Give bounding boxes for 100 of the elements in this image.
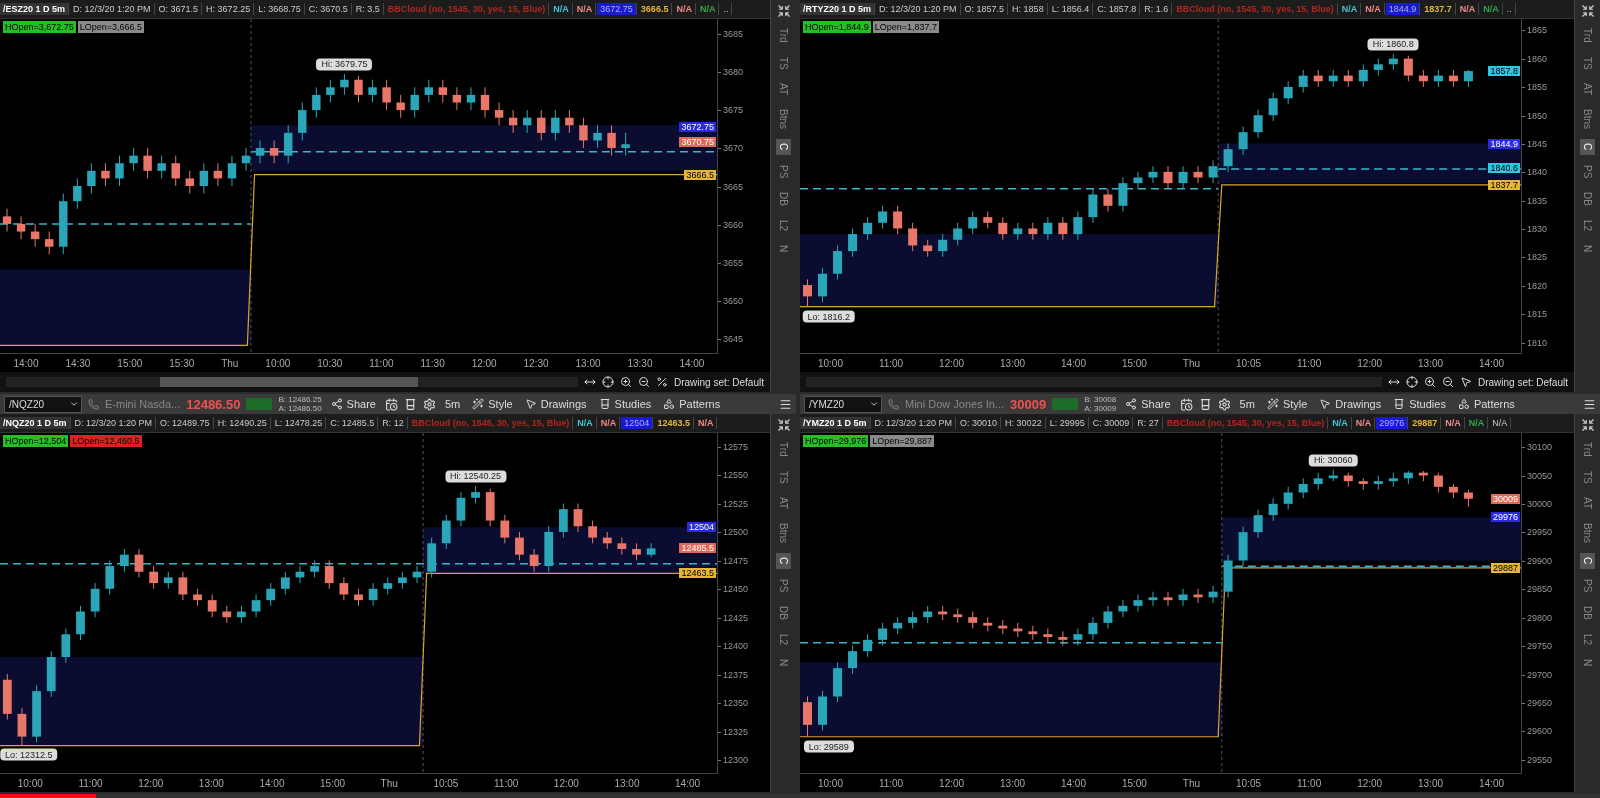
side-tab[interactable]: DB [776, 602, 791, 624]
side-tab[interactable]: N [1580, 655, 1595, 671]
side-tab[interactable]: N [776, 241, 791, 257]
side-tab[interactable]: DB [776, 188, 791, 210]
open-level-badge: LOpen=29,887 [870, 435, 935, 447]
side-tab[interactable]: PS [776, 574, 791, 597]
side-tab[interactable]: AT [776, 493, 791, 514]
price-tag: 12485.5 [679, 543, 716, 554]
side-tab[interactable]: N [1580, 241, 1595, 257]
time-tick: 11:00 [1296, 357, 1322, 369]
toolbar-button[interactable]: Patterns [1454, 395, 1518, 413]
side-tab[interactable]: C [776, 139, 791, 155]
price-tick: 29700 [1527, 669, 1553, 680]
side-tab[interactable]: C [776, 553, 791, 569]
price-tick: 29600 [1527, 726, 1553, 737]
time-tick: 14:00 [259, 777, 285, 789]
time-tick: Thu [221, 357, 239, 369]
side-tab[interactable]: L2 [1580, 215, 1595, 236]
side-tab[interactable]: TS [1580, 466, 1595, 488]
price-tick: 3650 [723, 295, 744, 306]
symbol-field[interactable]: /YMZ20 [804, 395, 882, 413]
toolbar-button[interactable]: Drawings [521, 395, 590, 413]
toolbar-button[interactable]: Style [1263, 395, 1311, 413]
side-tab[interactable]: PS [1580, 574, 1595, 597]
share-button[interactable]: Share [1122, 395, 1174, 413]
symbol-field[interactable]: /NQZ20 [4, 395, 82, 413]
time-tick: 11:00 [494, 777, 519, 789]
side-tab[interactable]: TS [776, 466, 791, 488]
side-tab[interactable]: TS [1580, 52, 1595, 74]
side-tab[interactable]: Trd [776, 438, 791, 461]
study-value: N/A [1465, 417, 1489, 429]
study-value: N/A [1442, 417, 1465, 429]
interval-button[interactable]: 5m [441, 395, 464, 413]
toolbar-button[interactable]: Studies [595, 395, 655, 413]
price-tick: 30100 [1527, 442, 1553, 453]
study-value: N/A [1456, 3, 1480, 15]
header-value: L: 3668.75 [255, 3, 305, 15]
study-value: N/A [694, 417, 718, 429]
time-tick: 11:30 [420, 357, 445, 369]
side-tab[interactable]: AT [1580, 79, 1595, 100]
toolbar-button[interactable]: Drawings [1316, 395, 1385, 413]
drawing-set-label[interactable]: Drawing set: Default [1477, 376, 1568, 388]
study-value: N/A [597, 417, 621, 429]
side-tab[interactable]: Btns [1580, 519, 1595, 548]
time-tick: 13:00 [1418, 357, 1444, 369]
header-value: O: 3671.5 [155, 3, 203, 15]
time-tick: 13:00 [1000, 357, 1026, 369]
price-tag: 1837.7 [1488, 179, 1520, 190]
side-tab[interactable]: Trd [1580, 438, 1595, 461]
side-tab[interactable]: TS [776, 52, 791, 74]
side-tab[interactable]: AT [776, 79, 791, 100]
side-tab[interactable]: Btns [776, 519, 791, 548]
last-price: 12486.50 [186, 396, 241, 412]
price-tick: 1860 [1527, 53, 1548, 64]
interval-button[interactable]: 5m [1236, 395, 1258, 413]
toolbar-button[interactable]: Studies [1390, 395, 1449, 413]
price-tick: 3685 [723, 29, 744, 40]
header-value: H: 3672.25 [203, 3, 255, 15]
side-tab[interactable]: L2 [776, 215, 791, 236]
toolbar-button[interactable]: Style [469, 395, 516, 413]
side-tab[interactable]: PS [776, 160, 791, 183]
study-value: N/A [573, 3, 597, 15]
header-value: C: 30009 [1089, 417, 1134, 429]
header-value: C: 3670.5 [305, 3, 352, 15]
header-value: D: 12/3/20 1:20 PM [71, 417, 157, 429]
side-tab[interactable]: DB [1580, 188, 1595, 210]
header-value: L: 29995 [1046, 417, 1089, 429]
price-tick: 12400 [723, 641, 749, 652]
time-tick: 11:00 [878, 777, 904, 789]
time-tick: 15:00 [117, 357, 143, 369]
price-tick: 3665 [723, 181, 744, 192]
side-tab[interactable]: Trd [1580, 24, 1595, 47]
side-tab[interactable]: L2 [776, 629, 791, 650]
share-button[interactable]: Share [327, 395, 379, 413]
price-tick: 1865 [1527, 25, 1548, 36]
time-tick: 11:00 [369, 357, 394, 369]
header-value: R: 1.6 [1141, 3, 1173, 15]
header-value: O: 30010 [957, 417, 1002, 429]
price-tick: 1815 [1527, 309, 1548, 320]
ask-price: A: 30009 [1084, 404, 1117, 413]
side-tab[interactable]: Btns [776, 105, 791, 134]
price-tick: 12500 [723, 527, 749, 538]
toolbar-button[interactable]: Patterns [660, 395, 724, 413]
side-tab[interactable]: DB [1580, 602, 1595, 624]
side-tab[interactable]: C [1580, 553, 1595, 569]
price-tick: 12475 [723, 555, 749, 566]
open-level-badge: LOpen=1,837.7 [872, 21, 940, 33]
open-level-badge: HOpen=3,672.75 [3, 21, 76, 33]
time-tick: Thu [1182, 357, 1201, 369]
drawing-set-label[interactable]: Drawing set: Default [673, 376, 764, 388]
price-tick: 12350 [723, 698, 749, 709]
side-tab[interactable]: Trd [776, 24, 791, 47]
bid-price: B: 12486.25 [278, 395, 322, 404]
side-tab[interactable]: C [1580, 139, 1595, 155]
side-tab[interactable]: AT [1580, 493, 1595, 514]
side-tab[interactable]: L2 [1580, 629, 1595, 650]
side-tab[interactable]: Btns [1580, 105, 1595, 134]
side-tab[interactable]: N [776, 655, 791, 671]
price-tag: 29887 [1490, 562, 1520, 573]
side-tab[interactable]: PS [1580, 160, 1595, 183]
